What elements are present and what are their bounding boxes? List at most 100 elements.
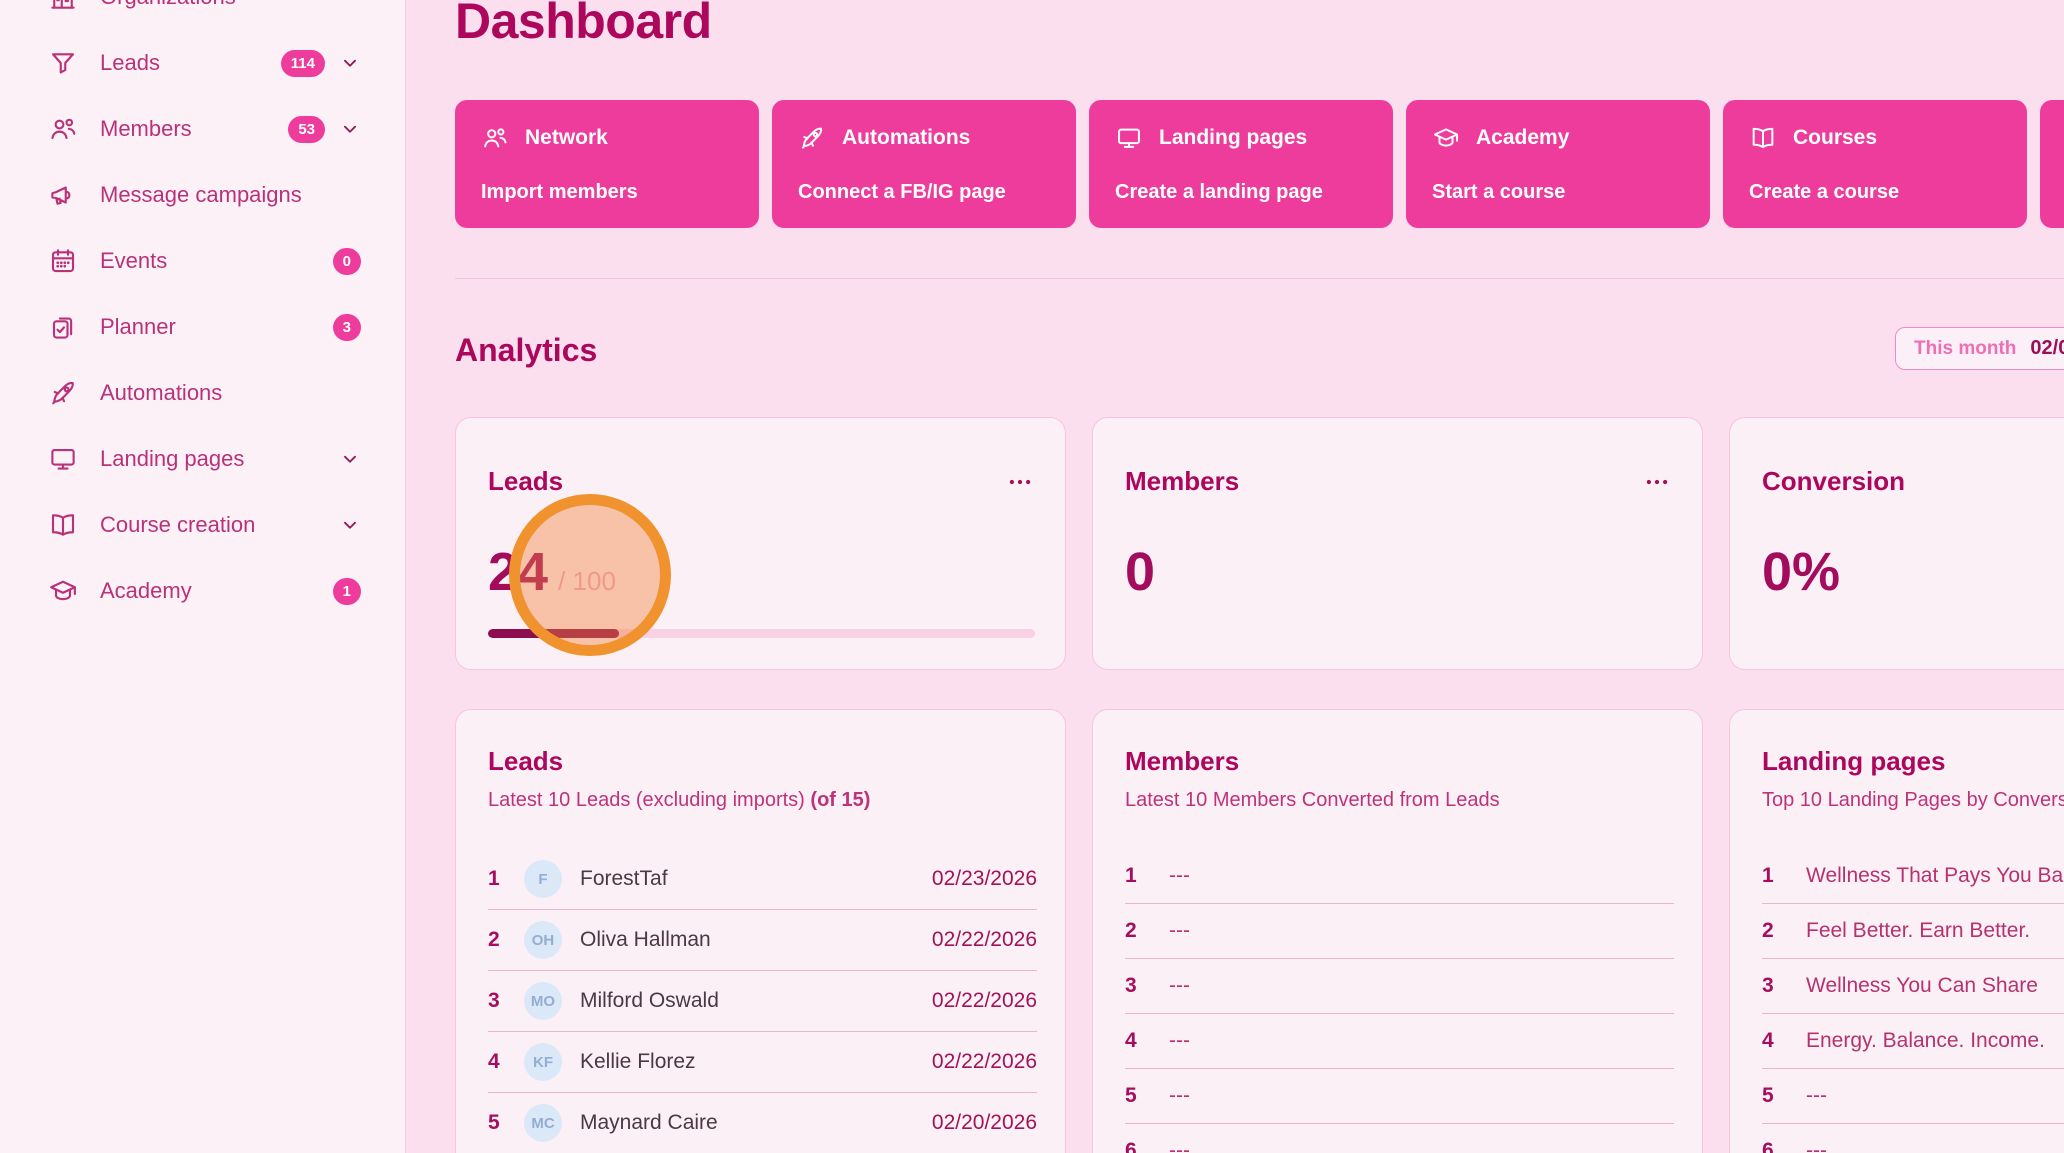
- quick-action-subtitle: Start a course: [1432, 181, 1684, 204]
- stat-title: Conversion: [1762, 466, 1905, 497]
- quick-action-network[interactable]: Network Import members: [455, 100, 759, 228]
- main-content: Dashboard Network Import members Automat…: [406, 0, 2064, 1153]
- list-subtitle: Top 10 Landing Pages by Convers: [1762, 789, 2064, 812]
- avatar: F: [524, 860, 562, 898]
- quick-action-automations[interactable]: Automations Connect a FB/IG page: [772, 100, 1076, 228]
- ellipsis-menu-icon[interactable]: [1642, 467, 1672, 497]
- sidebar-item-label: Academy: [100, 578, 333, 604]
- avatar: OH: [524, 921, 562, 959]
- avatar: MO: [524, 982, 562, 1020]
- sidebar-item-label: Planner: [100, 314, 333, 340]
- section-divider: [455, 278, 2064, 279]
- sidebar-item-message-campaigns[interactable]: Message campaigns: [0, 162, 405, 228]
- member-row[interactable]: 6 ---: [1125, 1124, 1674, 1153]
- graduation-cap-icon: [48, 576, 78, 606]
- lead-row[interactable]: 4 KF Kellie Florez 02/22/2026: [488, 1032, 1037, 1093]
- sidebar: Organizations Leads 114 Members 53 Messa…: [0, 0, 406, 1153]
- chevron-down-icon[interactable]: [339, 52, 361, 74]
- book-open-icon: [48, 510, 78, 540]
- landing-page-row[interactable]: 4 Energy. Balance. Income.: [1762, 1014, 2064, 1069]
- landing-page-row[interactable]: 3 Wellness You Can Share: [1762, 959, 2064, 1014]
- sidebar-item-leads[interactable]: Leads 114: [0, 30, 405, 96]
- chevron-down-icon[interactable]: [339, 514, 361, 536]
- sidebar-item-planner[interactable]: Planner 3: [0, 294, 405, 360]
- quick-action-partial[interactable]: [2040, 100, 2064, 228]
- sidebar-item-label: Automations: [100, 380, 361, 406]
- list-title: Leads: [488, 746, 1037, 777]
- quick-action-subtitle: Create a course: [1749, 181, 2001, 204]
- landing-page-row[interactable]: 5 ---: [1762, 1069, 2064, 1124]
- book-open-icon: [1749, 124, 1777, 152]
- monitor-icon: [48, 444, 78, 474]
- landing-page-row[interactable]: 6 ---: [1762, 1124, 2064, 1153]
- sidebar-item-label: Message campaigns: [100, 182, 361, 208]
- sidebar-item-academy[interactable]: Academy 1: [0, 558, 405, 624]
- quick-action-subtitle: Create a landing page: [1115, 181, 1367, 204]
- quick-action-subtitle: Connect a FB/IG page: [798, 181, 1050, 204]
- member-row[interactable]: 2 ---: [1125, 904, 1674, 959]
- list-subtitle: Latest 10 Members Converted from Leads: [1125, 789, 1674, 812]
- period-selector[interactable]: This month 02/0: [1895, 327, 2064, 370]
- chevron-down-icon[interactable]: [339, 118, 361, 140]
- chevron-down-icon[interactable]: [339, 448, 361, 470]
- lead-row[interactable]: 2 OH Oliva Hallman 02/22/2026: [488, 910, 1037, 971]
- lead-row[interactable]: 3 MO Milford Oswald 02/22/2026: [488, 971, 1037, 1032]
- building-icon: [48, 0, 78, 12]
- member-row[interactable]: 3 ---: [1125, 959, 1674, 1014]
- members-value: 0: [1125, 541, 1155, 603]
- planner-count-badge: 3: [333, 314, 361, 341]
- leads-progress-bar: [488, 629, 1035, 638]
- conversion-value: 0%: [1762, 541, 1840, 603]
- app-window: Organizations Leads 114 Members 53 Messa…: [0, 0, 2064, 1153]
- sidebar-item-label: Events: [100, 248, 333, 274]
- academy-count-badge: 1: [333, 578, 361, 605]
- members-list-card: Members Latest 10 Members Converted from…: [1092, 709, 1703, 1153]
- leads-count-badge: 114: [281, 50, 325, 77]
- member-row[interactable]: 4 ---: [1125, 1014, 1674, 1069]
- leads-progress-fill: [488, 629, 619, 638]
- sidebar-item-events[interactable]: Events 0: [0, 228, 405, 294]
- avatar: MC: [524, 1104, 562, 1142]
- leads-value: 24: [488, 541, 548, 603]
- rocket-icon: [798, 124, 826, 152]
- clipboard-check-icon: [48, 312, 78, 342]
- leads-list-card: Leads Latest 10 Leads (excluding imports…: [455, 709, 1066, 1153]
- quick-action-title: Automations: [842, 126, 970, 150]
- sidebar-item-automations[interactable]: Automations: [0, 360, 405, 426]
- ellipsis-menu-icon[interactable]: [1005, 467, 1035, 497]
- sidebar-item-organizations[interactable]: Organizations: [0, 0, 405, 30]
- lists-row: Leads Latest 10 Leads (excluding imports…: [455, 709, 2064, 1153]
- rocket-icon: [48, 378, 78, 408]
- member-row[interactable]: 1 ---: [1125, 849, 1674, 904]
- quick-action-title: Courses: [1793, 126, 1877, 150]
- lead-row[interactable]: 5 MC Maynard Caire 02/20/2026: [488, 1093, 1037, 1153]
- graduation-cap-icon: [1432, 124, 1460, 152]
- sidebar-item-members[interactable]: Members 53: [0, 96, 405, 162]
- stat-card-members: Members 0: [1092, 417, 1703, 670]
- quick-action-landing-pages[interactable]: Landing pages Create a landing page: [1089, 100, 1393, 228]
- list-title: Members: [1125, 746, 1674, 777]
- member-row[interactable]: 5 ---: [1125, 1069, 1674, 1124]
- sidebar-item-label: Organizations: [100, 0, 361, 10]
- quick-action-courses[interactable]: Courses Create a course: [1723, 100, 2027, 228]
- calendar-icon: [48, 246, 78, 276]
- sidebar-item-label: Landing pages: [100, 446, 325, 472]
- megaphone-icon: [48, 180, 78, 210]
- quick-action-title: Network: [525, 126, 608, 150]
- events-count-badge: 0: [333, 248, 361, 275]
- period-value: 02/0: [2030, 337, 2064, 360]
- funnel-icon: [48, 48, 78, 78]
- sidebar-item-course-creation[interactable]: Course creation: [0, 492, 405, 558]
- quick-action-title: Academy: [1476, 126, 1569, 150]
- quick-action-subtitle: Import members: [481, 181, 733, 204]
- landing-page-row[interactable]: 1 Wellness That Pays You Back: [1762, 849, 2064, 904]
- stat-card-conversion: Conversion 0%: [1729, 417, 2064, 670]
- landing-page-row[interactable]: 2 Feel Better. Earn Better.: [1762, 904, 2064, 959]
- list-title: Landing pages: [1762, 746, 2064, 777]
- lead-row[interactable]: 1 F ForestTaf 02/23/2026: [488, 849, 1037, 910]
- people-icon: [48, 114, 78, 144]
- stat-card-leads: Leads 24 / 100: [455, 417, 1066, 670]
- quick-action-title: Landing pages: [1159, 126, 1307, 150]
- sidebar-item-landing-pages[interactable]: Landing pages: [0, 426, 405, 492]
- quick-action-academy[interactable]: Academy Start a course: [1406, 100, 1710, 228]
